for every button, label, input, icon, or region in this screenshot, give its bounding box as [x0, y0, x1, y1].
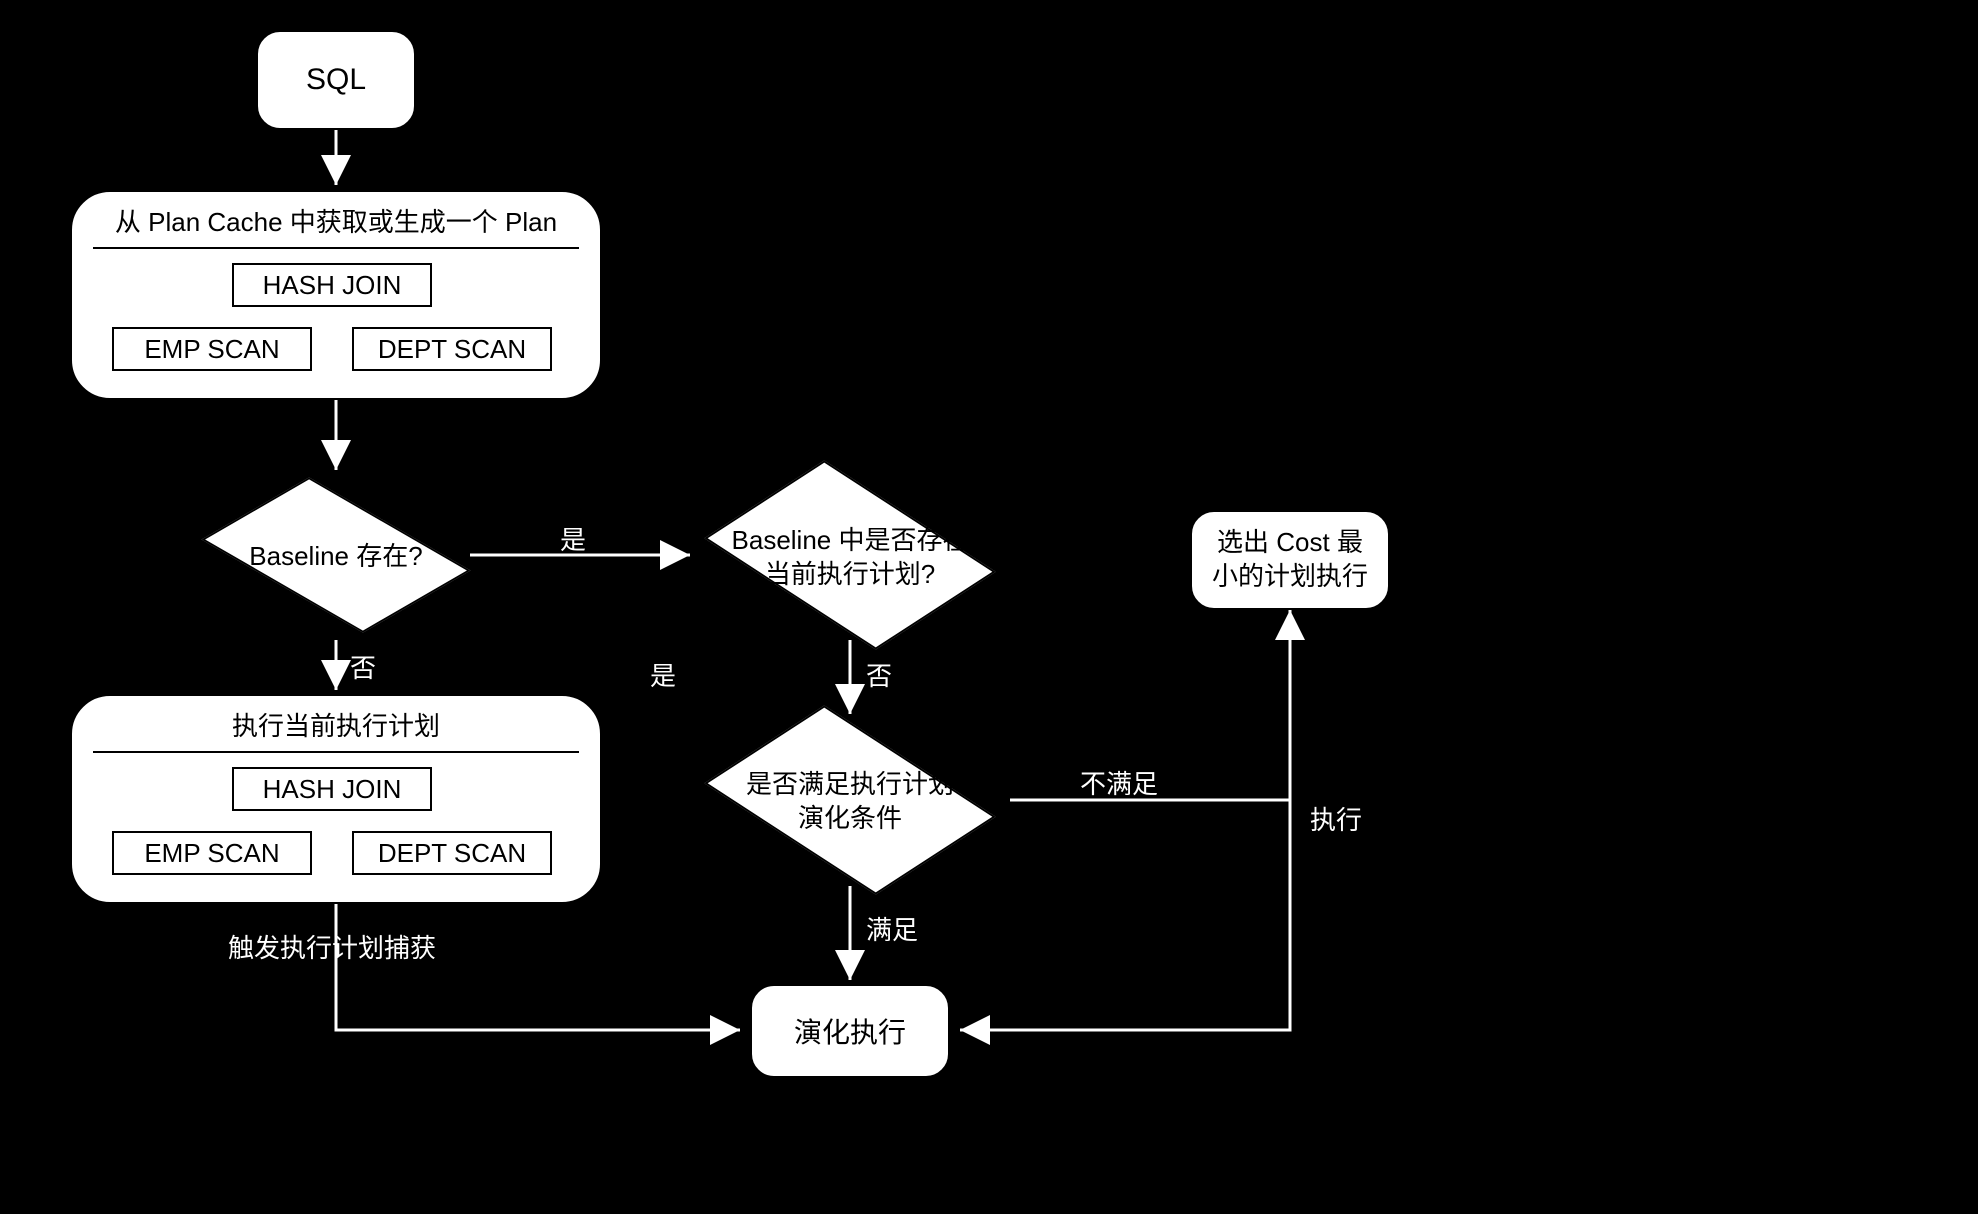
- edge-satisfy: 满足: [866, 910, 918, 947]
- edge-not-satisfy: 不满足: [1080, 764, 1158, 801]
- emp-scan-box-2: EMP SCAN: [112, 831, 312, 875]
- emp-scan-box: EMP SCAN: [112, 327, 312, 371]
- edge-no-2: 否: [866, 656, 892, 693]
- edge-yes-1: 是: [560, 520, 586, 557]
- plan-cache-box: 从 Plan Cache 中获取或生成一个 Plan HASH JOIN EMP…: [70, 190, 602, 400]
- dept-scan-box: DEPT SCAN: [352, 327, 552, 371]
- edge-yes-2: 是: [650, 656, 676, 693]
- dept-scan-box-2: DEPT SCAN: [352, 831, 552, 875]
- flowchart-arrows: [0, 0, 1978, 1214]
- edge-execute: 执行: [1310, 800, 1362, 837]
- exec-current-box: 执行当前执行计划 HASH JOIN EMP SCAN DEPT SCAN: [70, 694, 602, 904]
- sql-node: SQL: [256, 30, 416, 130]
- baseline-has-plan-diamond: [704, 460, 996, 649]
- cond-evolve-diamond: [704, 705, 996, 894]
- sql-label: SQL: [306, 63, 366, 97]
- exec-current-title: 执行当前执行计划: [93, 696, 579, 753]
- plan-cache-title: 从 Plan Cache 中获取或生成一个 Plan: [93, 192, 579, 249]
- edge-trigger: 触发执行计划捕获: [228, 928, 436, 965]
- hash-join-box-2: HASH JOIN: [232, 767, 432, 811]
- edge-no-1: 否: [350, 648, 376, 685]
- evolve-exec-node: 演化执行: [750, 984, 950, 1078]
- hash-join-box: HASH JOIN: [232, 263, 432, 307]
- cost-min-node: 选出 Cost 最 小的计划执行: [1190, 510, 1390, 610]
- evolve-exec-label: 演化执行: [794, 1011, 906, 1051]
- cost-min-label: 选出 Cost 最 小的计划执行: [1212, 526, 1368, 594]
- baseline-exists-diamond: [202, 477, 471, 632]
